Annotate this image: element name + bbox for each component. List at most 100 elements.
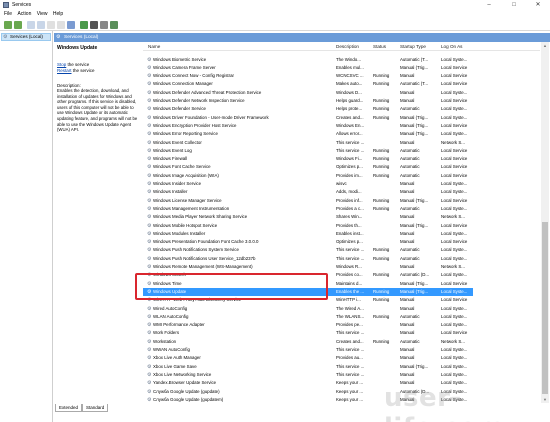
table-row[interactable]: ⚙ Windows Firewall Windows Fi... Running Aut… <box>143 155 473 163</box>
table-row[interactable]: ⚙ WMI Performance Adapter Provides pe... Ma… <box>143 321 473 329</box>
table-row[interactable]: ⚙ Windows Push Notifications User Service… <box>143 255 473 263</box>
cell-log-on-as: Local Syste... <box>441 363 468 369</box>
cell-name: Windows Connection Manager <box>153 81 213 87</box>
menu-file[interactable]: File <box>4 10 12 19</box>
table-row[interactable]: ⚙ Windows Connection Manager Makes auto...… <box>143 80 473 88</box>
table-row[interactable]: ⚙ Windows Error Reporting Service Allows e… <box>143 130 473 138</box>
gear-icon: ⚙ <box>147 64 152 71</box>
table-row[interactable]: ⚙ Windows Insider Service wisvc Manual Local… <box>143 180 473 188</box>
close-button[interactable]: ✕ <box>526 0 550 10</box>
table-row[interactable]: ⚙ Wired AutoConfig The Wired A... Manual Loc… <box>143 305 473 313</box>
table-row[interactable]: ⚙ Windows License Manager Service Provides… <box>143 197 473 205</box>
column-header-log-on-as[interactable]: Log On As <box>441 44 462 49</box>
stop-service-link[interactable]: Stop <box>57 62 66 67</box>
maximize-button[interactable]: □ <box>502 0 526 10</box>
gear-icon: ⚙ <box>147 73 152 80</box>
gear-icon: ⚙ <box>147 106 152 113</box>
tab-standard[interactable]: Standard <box>82 404 109 412</box>
cell-startup-type: Automatic (T... <box>400 81 429 87</box>
export-list-icon[interactable] <box>57 21 65 29</box>
cell-name: WMI Performance Adapter <box>153 322 205 328</box>
cell-name: Xbox Live Auth Manager <box>153 355 201 361</box>
restart-service-link[interactable]: Restart <box>57 68 72 73</box>
cell-startup-type: Manual <box>400 371 415 377</box>
help-icon[interactable] <box>67 21 75 29</box>
table-row[interactable]: ⚙ Windows Installer Adds, modi... Manual Loc… <box>143 188 473 196</box>
cell-startup-type: Automatic <box>400 338 420 344</box>
table-row[interactable]: ⚙ Windows Management Instrumentation Provi… <box>143 205 473 213</box>
table-row[interactable]: ⚙ Windows Driver Foundation - User-mode D… <box>143 114 473 122</box>
table-row[interactable]: ⚙ Windows Modules Installer Enables inst..… <box>143 230 473 238</box>
column-header-startup-type[interactable]: Startup Type <box>400 44 426 49</box>
cell-startup-type: Manual <box>400 305 415 311</box>
table-row[interactable]: ⚙ WWAN AutoConfig This service ... Manual Lo… <box>143 346 473 354</box>
cell-description: WinHTTP i... <box>336 297 361 303</box>
highlight-box <box>135 273 328 300</box>
show-hide-tree-icon[interactable] <box>27 21 35 29</box>
table-row[interactable]: ⚙ Windows Remote Management (WS-Managemen… <box>143 263 473 271</box>
table-row[interactable]: ⚙ Work Folders This service ... Manual Local… <box>143 329 473 337</box>
column-header-description[interactable]: Description <box>336 44 359 49</box>
table-row[interactable]: ⚙ Windows Presentation Foundation Font Ca… <box>143 238 473 246</box>
forward-icon[interactable] <box>14 21 22 29</box>
cell-description: Enables mul... <box>336 64 364 70</box>
tab-extended[interactable]: Extended <box>55 404 83 412</box>
table-row[interactable]: ⚙ Windows Media Player Network Sharing Se… <box>143 213 473 221</box>
cell-status: Running <box>373 338 390 344</box>
cell-name: Windows Camera Frame Server <box>153 64 216 70</box>
cell-status: Running <box>373 172 390 178</box>
table-row[interactable]: ⚙ Windows Mobile Hotspot Service Provides … <box>143 222 473 230</box>
services-list[interactable]: Name Description Status Startup Type Log… <box>143 42 540 403</box>
tree-item-services-local[interactable]: ⚙ Services (Local) <box>1 33 51 41</box>
menu-view[interactable]: View <box>37 10 48 19</box>
vertical-scrollbar[interactable]: ▲ ▼ <box>541 42 549 403</box>
table-row[interactable]: ⚙ Xbox Live Game Save This service ... Manu… <box>143 363 473 371</box>
stop-link-suffix: the service <box>66 62 90 67</box>
back-icon[interactable] <box>4 21 12 29</box>
table-row[interactable]: ⚙ Windows Defender Service Helps prote... R… <box>143 105 473 113</box>
table-row[interactable]: ⚙ Windows Event Collector This service ...… <box>143 139 473 147</box>
cell-startup-type: Automatic <box>400 247 420 253</box>
refresh-icon[interactable] <box>47 21 55 29</box>
cell-startup-type: Manual (Trig... <box>400 222 429 228</box>
menu-action[interactable]: Action <box>17 10 31 19</box>
table-row[interactable]: ⚙ Xbox Live Networking Service This servic… <box>143 371 473 379</box>
table-row[interactable]: ⚙ Windows Camera Frame Server Enables mul.… <box>143 64 473 72</box>
cell-startup-type: Automatic <box>400 172 420 178</box>
cell-log-on-as: Local Service <box>441 222 468 228</box>
table-row[interactable]: ⚙ WLAN AutoConfig The WLANS... Running Autom… <box>143 313 473 321</box>
cell-startup-type: Automatic <box>400 255 420 261</box>
cell-description: Windows Fi... <box>336 156 363 162</box>
start-service-icon[interactable] <box>80 21 88 29</box>
table-row[interactable]: ⚙ Xbox Live Auth Manager Provides au... Man… <box>143 354 473 362</box>
table-row[interactable]: ⚙ Windows Event Log This service ... Runnin… <box>143 147 473 155</box>
table-row[interactable]: ⚙ Windows Image Acquisition (WIA) Provides… <box>143 172 473 180</box>
cell-log-on-as: Local Service <box>441 122 468 128</box>
gear-icon: ⚙ <box>147 56 152 63</box>
cell-status: Running <box>373 114 390 120</box>
properties-icon[interactable] <box>37 21 45 29</box>
table-row[interactable]: ⚙ Windows Connect Now - Config Registrar W… <box>143 72 473 80</box>
table-row[interactable]: ⚙ Windows Font Cache Service Optimizes p..… <box>143 163 473 171</box>
scroll-thumb[interactable] <box>542 222 548 394</box>
restart-service-icon[interactable] <box>110 21 118 29</box>
cell-log-on-as: Local Syste... <box>441 272 468 278</box>
minimize-button[interactable]: – <box>477 0 501 10</box>
table-row[interactable]: ⚙ Windows Encryption Provider Host Servic… <box>143 122 473 130</box>
scroll-up-icon[interactable]: ▲ <box>541 42 549 49</box>
table-row[interactable]: ⚙ Windows Biometric Service The Windo... Au… <box>143 56 473 64</box>
cell-description: Windows En... <box>336 122 365 128</box>
table-row[interactable]: ⚙ Windows Push Notifications System Servi… <box>143 246 473 254</box>
column-header-status[interactable]: Status <box>373 44 386 49</box>
table-row[interactable]: ⚙ Windows Defender Advanced Threat Protec… <box>143 89 473 97</box>
stop-service-icon[interactable] <box>90 21 98 29</box>
tree-item-label: Services (Local) <box>10 34 43 39</box>
cell-name: Служба Google Update (gupdate) <box>153 388 220 394</box>
column-header-name[interactable]: Name <box>148 44 160 49</box>
menu-help[interactable]: Help <box>53 10 63 19</box>
pause-service-icon[interactable] <box>100 21 108 29</box>
table-row[interactable]: ⚙ Windows Defender Network Inspection Ser… <box>143 97 473 105</box>
table-row[interactable]: ⚙ Workstation Creates and... Running Automat… <box>143 338 473 346</box>
cell-name: Windows Push Notifications System Servic… <box>153 247 239 253</box>
cell-description: This service ... <box>336 330 365 336</box>
